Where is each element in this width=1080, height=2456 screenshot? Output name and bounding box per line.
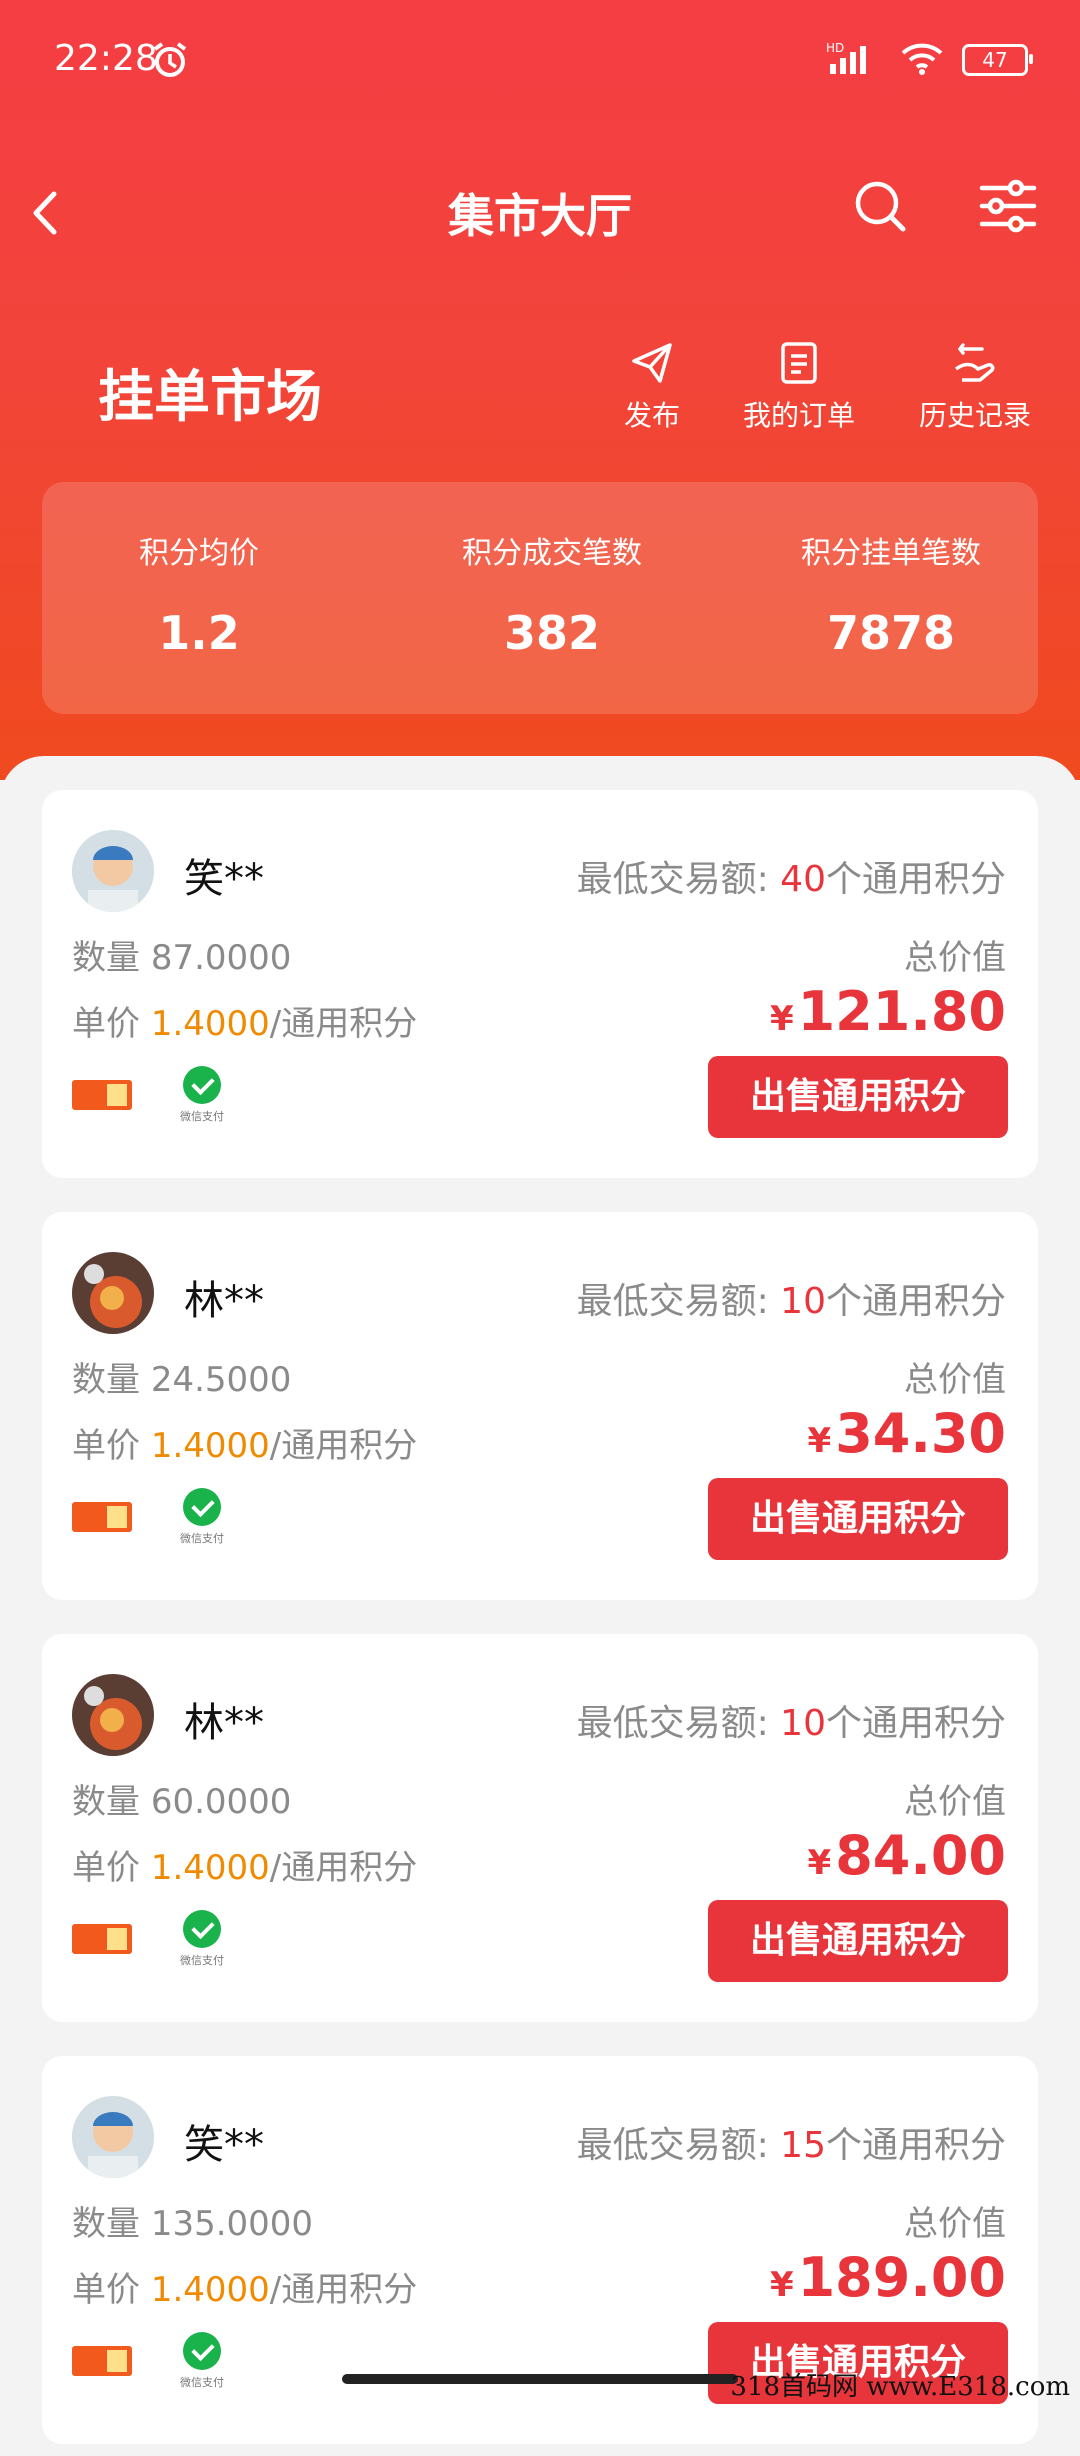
history-button[interactable]: 历史记录 <box>910 340 1040 434</box>
sell-points-button[interactable]: 出售通用积分 <box>708 1056 1008 1138</box>
history-icon <box>954 343 995 382</box>
stat-avg-price: 积分均价 1.2 <box>94 482 304 660</box>
battery-indicator: 47 <box>962 44 1033 76</box>
payment-card-icon <box>72 1080 132 1110</box>
my-orders-button[interactable]: 我的订单 <box>734 340 864 434</box>
quantity: 数量 87.0000 <box>72 938 292 978</box>
watermark: 318首码网 www.E318.com <box>730 2372 1070 2402</box>
unit-price: 单价 1.4000/通用积分 <box>72 1004 418 1044</box>
listing-card: 林** 最低交易额: 10个通用积分 数量 60.0000 单价 1.4000/… <box>42 1634 1038 2022</box>
total-value: ¥34.30 <box>807 1402 1006 1465</box>
total-label: 总价值 <box>904 1360 1006 1400</box>
quantity: 数量 24.5000 <box>72 1360 292 1400</box>
history-label: 历史记录 <box>918 399 1031 432</box>
page-title: 集市大厅 <box>448 189 632 243</box>
stat-value: 382 <box>503 606 601 660</box>
min-trade-amount: 最低交易额: 10个通用积分 <box>576 1281 1006 1322</box>
total-label: 总价值 <box>904 2204 1006 2244</box>
avatar <box>72 1674 154 1756</box>
market-title: 挂单市场 <box>98 365 322 430</box>
wifi-icon <box>900 41 944 79</box>
nav-bar: 集市大厅 <box>0 170 1080 260</box>
avatar <box>72 2096 154 2178</box>
svg-text:HD: HD <box>826 41 844 55</box>
stat-label: 积分均价 <box>139 536 259 571</box>
sell-points-button[interactable]: 出售通用积分 <box>708 1900 1008 1982</box>
unit-price: 单价 1.4000/通用积分 <box>72 1848 418 1888</box>
quantity: 数量 60.0000 <box>72 1782 292 1822</box>
wechat-pay-icon: 微信支付 <box>172 1066 232 1124</box>
total-value: ¥121.80 <box>769 980 1006 1043</box>
total-value: ¥84.00 <box>807 1824 1006 1887</box>
avatar <box>72 830 154 912</box>
publish-label: 发布 <box>623 399 680 432</box>
username: 笑** <box>184 856 264 902</box>
stat-label: 积分挂单笔数 <box>801 536 981 571</box>
payment-card-icon <box>72 1924 132 1954</box>
my-orders-label: 我的订单 <box>742 399 855 432</box>
payment-card-icon <box>72 1502 132 1532</box>
total-label: 总价值 <box>904 938 1006 978</box>
stat-value: 7878 <box>826 606 956 660</box>
status-time: 22:28 <box>54 38 158 79</box>
quantity: 数量 135.0000 <box>72 2204 314 2244</box>
min-trade-amount: 最低交易额: 10个通用积分 <box>576 1703 1006 1744</box>
payment-card-icon <box>72 2346 132 2376</box>
home-indicator[interactable] <box>342 2374 738 2384</box>
listing-card: 林** 最低交易额: 10个通用积分 数量 24.5000 单价 1.4000/… <box>42 1212 1038 1600</box>
stat-deal-count: 积分成交笔数 382 <box>392 482 712 660</box>
avatar <box>72 1252 154 1334</box>
order-icon <box>781 342 817 384</box>
wechat-pay-icon: 微信支付 <box>172 1910 232 1968</box>
wechat-pay-icon: 微信支付 <box>172 2332 232 2390</box>
stat-label: 积分成交笔数 <box>462 536 642 571</box>
username: 笑** <box>184 2122 264 2168</box>
stats-panel: 积分均价 1.2 积分成交笔数 382 积分挂单笔数 7878 <box>42 482 1038 714</box>
unit-price: 单价 1.4000/通用积分 <box>72 2270 418 2310</box>
listing-card: 笑** 最低交易额: 40个通用积分 数量 87.0000 单价 1.4000/… <box>42 790 1038 1178</box>
publish-button[interactable]: 发布 <box>612 340 692 434</box>
stat-listing-count: 积分挂单笔数 7878 <box>776 482 1006 660</box>
min-trade-amount: 最低交易额: 15个通用积分 <box>576 2125 1006 2166</box>
sell-points-button[interactable]: 出售通用积分 <box>708 1478 1008 1560</box>
wechat-pay-icon: 微信支付 <box>172 1488 232 1546</box>
min-trade-amount: 最低交易额: 40个通用积分 <box>576 859 1006 900</box>
send-icon <box>632 343 672 383</box>
filter-icon[interactable] <box>978 176 1038 236</box>
username: 林** <box>184 1278 264 1324</box>
alarm-icon <box>150 40 190 84</box>
search-icon[interactable] <box>850 176 910 236</box>
signal-icon: HD <box>826 40 882 80</box>
username: 林** <box>184 1700 264 1746</box>
status-bar: 22:28 HD 47 <box>0 38 1080 88</box>
stat-value: 1.2 <box>158 606 240 660</box>
total-label: 总价值 <box>904 1782 1006 1822</box>
unit-price: 单价 1.4000/通用积分 <box>72 1426 418 1466</box>
total-value: ¥189.00 <box>769 2246 1006 2309</box>
